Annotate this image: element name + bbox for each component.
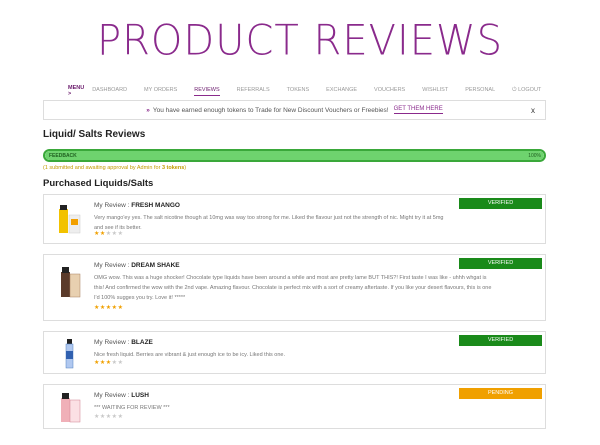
nav-item-exchange[interactable]: EXCHANGE <box>326 87 357 95</box>
progress-label: FEEDBACK <box>49 153 77 159</box>
review-product: DREAM SHAKE <box>131 262 180 269</box>
star-icon: ★ <box>117 360 124 366</box>
get-them-here-link[interactable]: GET THEM HERE <box>393 106 443 114</box>
review-title: My Review : DREAM SHAKE <box>94 262 180 269</box>
star-rating: ★★★★★ <box>94 413 123 420</box>
star-rating: ★★★★★ <box>94 230 123 237</box>
review-prefix: My Review : <box>94 339 130 346</box>
review-card: My Review : FRESH MANGO Very mango'ey ye… <box>43 194 546 244</box>
product-image-dream-shake <box>61 267 81 298</box>
review-text: Very mango'ey yes. The salt nicotine tho… <box>94 215 444 231</box>
close-icon[interactable]: x <box>531 106 535 115</box>
review-prefix: My Review : <box>94 392 130 399</box>
review-prefix: My Review : <box>94 202 130 209</box>
account-nav: MENU > DASHBOARD MY ORDERS REVIEWS REFER… <box>68 84 541 98</box>
status-badge: PENDING <box>459 388 542 399</box>
feedback-progress-bar: FEEDBACK 100% <box>43 149 546 162</box>
star-icon: ★ <box>117 231 124 237</box>
review-text: OMG wow. This was a huge shocker! Chocol… <box>94 275 492 301</box>
purchased-title: Purchased Liquids/Salts <box>43 178 154 189</box>
product-image-blaze <box>65 339 74 369</box>
nav-item-wishlist[interactable]: WISHLIST <box>422 87 448 95</box>
star-icon: ★ <box>117 305 124 311</box>
banner-message: You have earned enough tokens to Trade f… <box>152 106 389 114</box>
review-title: My Review : FRESH MANGO <box>94 202 180 209</box>
progress-fill <box>45 151 544 160</box>
nav-item-tokens[interactable]: TOKENS <box>287 87 310 95</box>
product-image-lush <box>61 393 81 423</box>
review-card: My Review : BLAZE Nice fresh liquid. Ber… <box>43 331 546 374</box>
approval-note-tokens: 3 tokens <box>161 165 185 171</box>
review-title: My Review : BLAZE <box>94 339 153 346</box>
review-product: FRESH MANGO <box>131 202 180 209</box>
approval-note-end: ) <box>184 165 187 171</box>
nav-item-vouchers[interactable]: VOUCHERS <box>374 87 405 95</box>
status-badge: VERIFIED <box>459 258 542 269</box>
status-badge: VERIFIED <box>459 335 542 346</box>
nav-item-personal[interactable]: PERSONAL <box>465 87 495 95</box>
section-title: Liquid/ Salts Reviews <box>43 129 146 140</box>
page-hero-title: PRODUCT REVIEWS <box>97 16 503 66</box>
nav-item-dashboard[interactable]: DASHBOARD <box>92 87 127 95</box>
review-product: LUSH <box>131 392 149 399</box>
nav-item-my-orders[interactable]: MY ORDERS <box>144 87 177 95</box>
review-product: BLAZE <box>131 339 153 346</box>
double-chevron-icon: » <box>146 106 150 114</box>
review-card: My Review : LUSH *** WAITING FOR REVIEW … <box>43 384 546 429</box>
approval-note-text: (1 submitted and awaiting approval by Ad… <box>43 165 162 171</box>
star-icon: ★ <box>117 414 124 420</box>
star-rating: ★★★★★ <box>94 359 123 366</box>
review-text: Nice fresh liquid. Berries are vibrant &… <box>94 352 285 358</box>
power-icon: ⏻ <box>512 86 517 93</box>
review-prefix: My Review : <box>94 262 130 269</box>
logout-label: LOGOUT <box>518 86 542 93</box>
progress-percent: 100% <box>528 153 541 159</box>
status-badge: VERIFIED <box>459 198 542 209</box>
approval-note: (1 submitted and awaiting approval by Ad… <box>43 165 186 171</box>
tokens-banner: » You have earned enough tokens to Trade… <box>43 100 546 120</box>
review-card: My Review : DREAM SHAKE OMG wow. This wa… <box>43 254 546 321</box>
menu-label[interactable]: MENU > <box>68 85 84 97</box>
star-rating: ★★★★★ <box>94 304 123 311</box>
review-title: My Review : LUSH <box>94 392 149 399</box>
review-waiting-text: *** WAITING FOR REVIEW *** <box>94 405 170 411</box>
nav-item-reviews[interactable]: REVIEWS <box>194 87 220 96</box>
nav-item-referrals[interactable]: REFERRALS <box>237 87 270 95</box>
nav-item-logout[interactable]: ⏻ LOGOUT <box>512 87 541 96</box>
product-image-fresh-mango <box>59 205 81 234</box>
